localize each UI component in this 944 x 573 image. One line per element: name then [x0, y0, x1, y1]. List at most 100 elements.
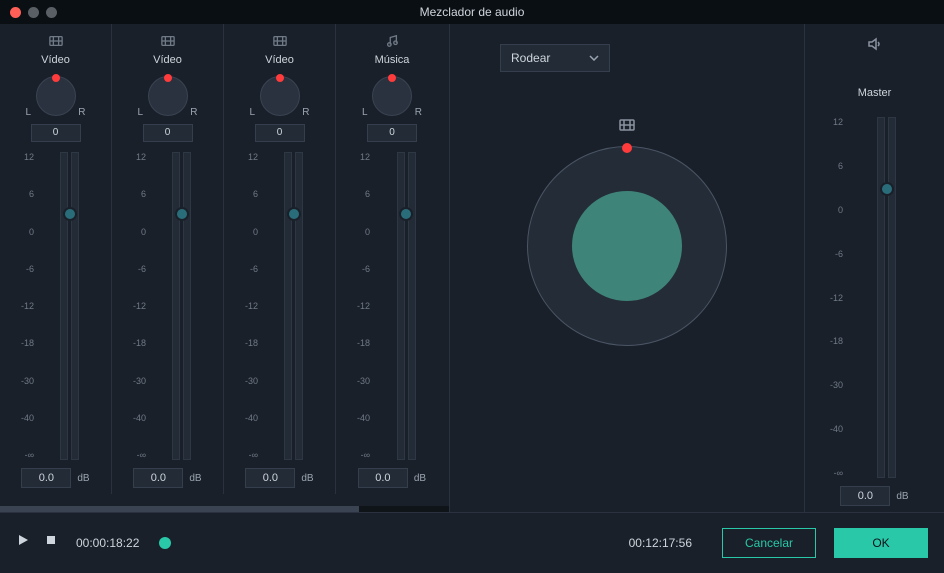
pan-right-label: R [302, 107, 309, 118]
master-scale: 1260-6-12-18-30-40-∞ [819, 117, 847, 478]
channel-db-value[interactable]: 0.0 [245, 468, 295, 488]
pan-right-label: R [78, 107, 85, 118]
ok-button[interactable]: OK [834, 528, 928, 558]
channel-strip: VídeoLR01260-6-12-18-30-40-∞0.0dB [224, 24, 336, 494]
pan-value[interactable]: 0 [143, 124, 193, 142]
pan-knob-wrap: LR [138, 70, 198, 122]
pan-left-label: L [138, 107, 144, 118]
channel-db-unit: dB [301, 473, 313, 484]
fader-handle[interactable] [63, 207, 77, 221]
video-icon [161, 32, 175, 50]
master-meter-left [877, 117, 885, 478]
fader-handle[interactable] [287, 207, 301, 221]
channels-container: VídeoLR01260-6-12-18-30-40-∞0.0dBVídeoLR… [0, 24, 450, 512]
window-title: Mezclador de audio [420, 5, 525, 19]
total-duration: 00:12:17:56 [629, 536, 692, 550]
surround-position-handle[interactable] [622, 143, 632, 153]
fader-area: 1260-6-12-18-30-40-∞ [0, 152, 111, 460]
meter-left [284, 152, 292, 460]
video-icon [273, 32, 287, 50]
master-db-unit: dB [896, 491, 908, 502]
main-panel: VídeoLR01260-6-12-18-30-40-∞0.0dBVídeoLR… [0, 24, 944, 512]
channel-db-value[interactable]: 0.0 [358, 468, 408, 488]
maximize-window-button[interactable] [46, 7, 57, 18]
window-controls [0, 7, 57, 18]
minimize-window-button[interactable] [28, 7, 39, 18]
fader-handle[interactable] [175, 207, 189, 221]
pan-left-label: L [26, 107, 32, 118]
scrollbar-thumb[interactable] [0, 506, 359, 512]
pan-value[interactable]: 0 [255, 124, 305, 142]
speaker-icon [867, 36, 883, 57]
channel-strip: VídeoLR01260-6-12-18-30-40-∞0.0dB [112, 24, 224, 494]
master-fader-track[interactable] [847, 117, 926, 478]
master-label: Master [858, 87, 892, 99]
play-button[interactable] [16, 533, 30, 552]
surround-section: Rodear [450, 24, 804, 512]
pan-knob[interactable] [36, 76, 76, 116]
pan-knob[interactable] [372, 76, 412, 116]
channel-label: Vídeo [41, 54, 70, 66]
fader-area: 1260-6-12-18-30-40-∞ [112, 152, 223, 460]
pan-value[interactable]: 0 [367, 124, 417, 142]
level-scale: 1260-6-12-18-30-40-∞ [122, 152, 150, 460]
chevron-down-icon [589, 55, 599, 61]
meter-left [397, 152, 405, 460]
pan-right-label: R [190, 107, 197, 118]
meter-left [172, 152, 180, 460]
pan-knob-wrap: LR [250, 70, 310, 122]
fader-area: 1260-6-12-18-30-40-∞ [224, 152, 335, 460]
channel-db-value[interactable]: 0.0 [21, 468, 71, 488]
titlebar: Mezclador de audio [0, 0, 944, 24]
pan-left-label: L [250, 107, 256, 118]
meter-right [408, 152, 416, 460]
meter-right [183, 152, 191, 460]
pan-right-label: R [415, 107, 422, 118]
pan-knob[interactable] [260, 76, 300, 116]
channel-label: Vídeo [153, 54, 182, 66]
current-time: 00:00:18:22 [76, 536, 139, 550]
fader-area: 1260-6-12-18-30-40-∞ [336, 152, 448, 460]
channels-scrollbar[interactable] [0, 506, 449, 512]
master-fader-area: 1260-6-12-18-30-40-∞ [805, 117, 944, 478]
pan-value[interactable]: 0 [31, 124, 81, 142]
channel-strip: Música L R 0 1260-6-12-18-30-40-∞ 0.0 dB [336, 24, 448, 494]
fader-track[interactable] [150, 152, 213, 460]
channel-strip: VídeoLR01260-6-12-18-30-40-∞0.0dB [0, 24, 112, 494]
channel-label: Música [375, 54, 410, 66]
meter-left [60, 152, 68, 460]
dropdown-label: Rodear [511, 51, 550, 65]
channel-db-unit: dB [414, 473, 426, 484]
surround-source-icon [619, 117, 635, 138]
meter-right [295, 152, 303, 460]
stop-button[interactable] [44, 533, 58, 552]
timeline-slider[interactable] [159, 533, 628, 553]
fader-handle[interactable] [399, 207, 413, 221]
cancel-button[interactable]: Cancelar [722, 528, 816, 558]
master-fader-handle[interactable] [880, 182, 894, 196]
level-scale: 1260-6-12-18-30-40-∞ [10, 152, 38, 460]
channel-db-unit: dB [189, 473, 201, 484]
channel-db-unit: dB [77, 473, 89, 484]
close-window-button[interactable] [10, 7, 21, 18]
surround-panner[interactable] [527, 146, 727, 346]
surround-mode-dropdown[interactable]: Rodear [500, 44, 610, 72]
master-db-value[interactable]: 0.0 [840, 486, 890, 506]
fader-track[interactable] [38, 152, 101, 460]
fader-track[interactable] [262, 152, 325, 460]
channel-db-value[interactable]: 0.0 [133, 468, 183, 488]
master-section: Master 1260-6-12-18-30-40-∞ 0.0 dB [804, 24, 944, 512]
master-meter-right [888, 117, 896, 478]
pan-knob[interactable] [148, 76, 188, 116]
pan-knob-wrap: LR [26, 70, 86, 122]
timeline-playhead[interactable] [159, 537, 171, 549]
transport-bar: 00:00:18:22 00:12:17:56 Cancelar OK [0, 512, 944, 572]
fader-track[interactable] [374, 152, 438, 460]
pan-left-label: L [362, 107, 368, 118]
music-icon [385, 32, 399, 50]
level-scale: 1260-6-12-18-30-40-∞ [346, 152, 374, 460]
channel-label: Vídeo [265, 54, 294, 66]
meter-right [71, 152, 79, 460]
level-scale: 1260-6-12-18-30-40-∞ [234, 152, 262, 460]
surround-center-zone [572, 191, 682, 301]
